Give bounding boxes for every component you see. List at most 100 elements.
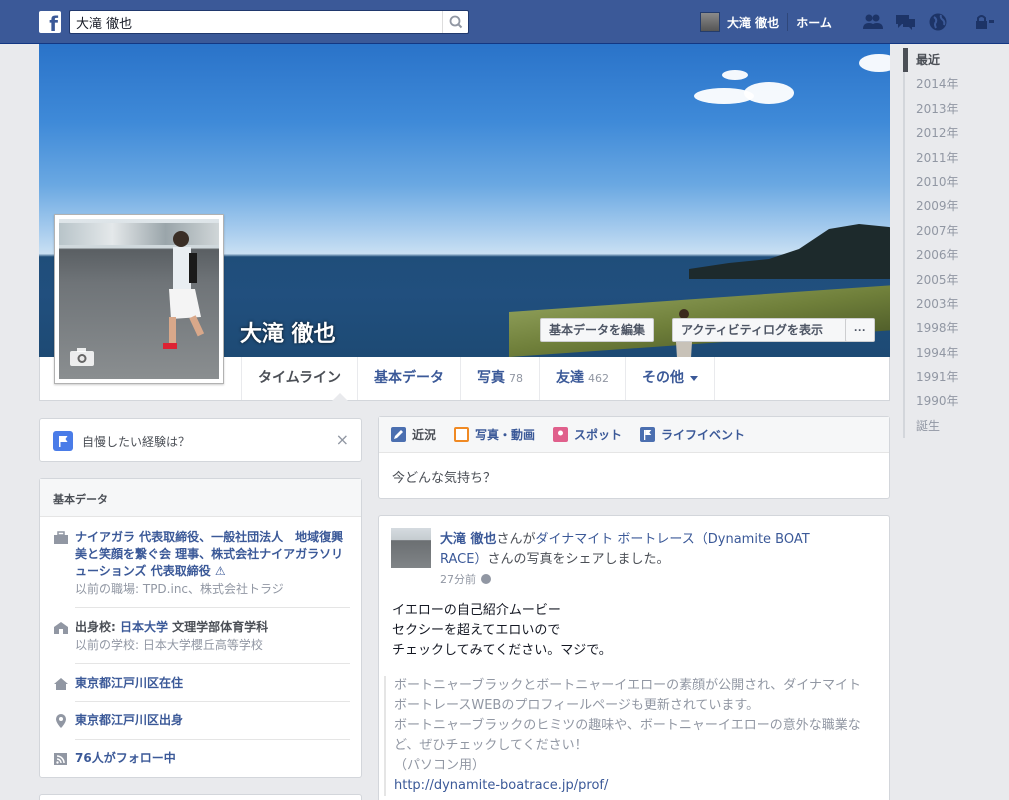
- post-author-link[interactable]: 大滝 徹也: [440, 532, 497, 547]
- year-item-recent[interactable]: 最近: [903, 48, 1003, 73]
- prompt-text: 自慢したい経験は？: [82, 435, 191, 449]
- active-tab-indicator: [332, 393, 348, 401]
- year-item[interactable]: 2009年: [903, 194, 1003, 219]
- quote-text: ボートニャーブラックのヒミツの趣味や、ボートニャーイエローの意外な職業など、ぜひ…: [394, 718, 861, 753]
- lives-in-item: 東京都江戸川区在住: [53, 675, 350, 692]
- year-item[interactable]: 2006年: [903, 243, 1003, 268]
- tab-about[interactable]: 基本データ: [357, 357, 460, 400]
- profile-name[interactable]: 大滝 徹也: [240, 316, 336, 348]
- tab-count: 462: [588, 372, 610, 385]
- post-author-avatar[interactable]: [391, 528, 431, 568]
- post-body-line: セクシーを超えてエロいので: [392, 623, 561, 638]
- education-item: 出身校: 日本大学 文理学部体育学科 以前の学校: 日本大学櫻丘高等学校: [53, 619, 350, 654]
- timestamp-text: 27分前: [440, 573, 476, 586]
- friend-requests-icon[interactable]: [862, 12, 883, 32]
- year-item[interactable]: 2003年: [903, 291, 1003, 317]
- globe-icon[interactable]: [481, 574, 491, 584]
- tab-friends[interactable]: 友達 462: [539, 357, 625, 400]
- composer-tab-photo[interactable]: 写真・動画: [454, 426, 535, 443]
- profile-photo: [59, 219, 219, 379]
- post-body-line: チェックしてみてください。マジで。: [392, 643, 612, 658]
- activity-log-button[interactable]: アクティビティログを表示: [672, 318, 858, 342]
- composer-tab-place[interactable]: スポット: [553, 426, 622, 443]
- notifications-globe-icon[interactable]: [928, 12, 949, 32]
- search-input[interactable]: [70, 11, 430, 33]
- previous-school: 以前の学校: 日本大学櫻丘高等学校: [75, 638, 263, 652]
- life-event-prompt[interactable]: 自慢したい経験は？ ×: [39, 418, 362, 462]
- tab-more[interactable]: その他: [625, 357, 716, 400]
- user-avatar[interactable]: [700, 12, 720, 32]
- composer-tab-label: スポット: [574, 428, 623, 442]
- year-item-born[interactable]: 誕生: [903, 413, 1003, 439]
- hometown-item: 東京都江戸川区出身: [53, 712, 350, 729]
- edit-about-button[interactable]: 基本データを編集: [540, 318, 655, 342]
- year-item[interactable]: 2007年: [903, 218, 1003, 244]
- year-item[interactable]: 1998年: [903, 316, 1003, 341]
- briefcase-icon: [54, 531, 68, 544]
- year-item[interactable]: 1994年: [903, 340, 1003, 366]
- school-department: 文理学部体育学科: [168, 620, 269, 634]
- about-header[interactable]: 基本データ: [40, 479, 361, 517]
- more-options-button[interactable]: ···: [845, 318, 875, 342]
- divider: [75, 739, 350, 740]
- shared-url-link[interactable]: http://dynamite-boatrace.jp/prof/: [394, 778, 608, 793]
- tab-list: タイムライン 基本データ 写真 78 友達 462 その他: [241, 357, 716, 400]
- tab-label: その他: [642, 370, 685, 386]
- education-text: 出身校: 日本大学 文理学部体育学科: [75, 619, 350, 636]
- top-bar: f 大滝 徹也 ホーム: [0, 0, 1009, 44]
- composer-tab-life-event[interactable]: ライフイベント: [640, 426, 745, 443]
- work-item: ナイアガラ 代表取締役、一般社団法人 地域復興 美と笑顔を繋ぐ会 理事、株式会社…: [53, 529, 355, 598]
- messages-icon[interactable]: [895, 12, 916, 32]
- flag-icon: [640, 427, 656, 442]
- pencil-icon: [391, 427, 406, 442]
- rss-icon: [54, 753, 67, 765]
- place-pin-icon: [553, 427, 569, 442]
- warning-icon: ⚠: [214, 564, 226, 578]
- year-item[interactable]: 2010年: [903, 169, 1003, 195]
- status-input[interactable]: 今どんな気持ち？: [379, 453, 889, 500]
- search-box[interactable]: [69, 10, 469, 34]
- year-item[interactable]: 2011年: [903, 145, 1003, 170]
- chevron-down-icon: [690, 375, 699, 381]
- previous-work: 以前の職場: TPD.inc、株式会社トラジ: [75, 582, 284, 596]
- tab-photos[interactable]: 写真 78: [460, 357, 539, 400]
- composer-tab-label: 近況: [412, 428, 437, 442]
- search-icon[interactable]: [442, 11, 468, 33]
- work-text[interactable]: ナイアガラ 代表取締役、一般社団法人 地域復興 美と笑顔を繋ぐ会 理事、株式会社…: [75, 529, 355, 580]
- followers-link[interactable]: 76人がフォロー中: [75, 750, 350, 767]
- post-body: イエローの自己紹介ムービー セクシーを超えてエロいので チェックしてみてください…: [392, 601, 612, 661]
- cloud: [722, 70, 748, 80]
- post-header: 大滝 徹也さんがダイナマイト ボートレース（Dynamite BOAT RACE…: [440, 530, 840, 570]
- home-link[interactable]: ホーム: [796, 14, 832, 31]
- post-timestamp[interactable]: 27分前: [440, 571, 491, 587]
- tab-label: タイムライン: [258, 370, 342, 386]
- lives-in-link[interactable]: 東京都江戸川区在住: [75, 675, 350, 692]
- runner-figure: [163, 231, 205, 349]
- hometown-link[interactable]: 東京都江戸川区出身: [75, 712, 350, 729]
- year-item[interactable]: 1990年: [903, 389, 1003, 414]
- composer-tab-status[interactable]: 近況: [391, 426, 436, 443]
- timeline-post: 大滝 徹也さんがダイナマイト ボートレース（Dynamite BOAT RACE…: [378, 515, 890, 800]
- tab-label: 写真: [477, 370, 506, 386]
- photo-icon: [454, 427, 470, 442]
- year-item[interactable]: 2012年: [903, 121, 1003, 146]
- post-body-line: イエローの自己紹介ムービー: [392, 603, 561, 618]
- user-name-link[interactable]: 大滝 徹也: [727, 14, 779, 31]
- close-icon[interactable]: ×: [336, 430, 349, 449]
- privacy-shortcuts-icon[interactable]: [973, 12, 994, 32]
- divider: [787, 13, 789, 31]
- facebook-logo[interactable]: f: [39, 11, 61, 33]
- divider: [75, 663, 350, 664]
- year-item[interactable]: 2005年: [903, 267, 1003, 292]
- profile-picture[interactable]: [54, 214, 224, 384]
- year-item[interactable]: 2014年: [903, 72, 1003, 97]
- camera-icon[interactable]: [69, 347, 95, 367]
- school-link[interactable]: 日本大学: [120, 620, 168, 634]
- tab-count: 78: [509, 372, 524, 385]
- location-pin-icon: [56, 714, 66, 728]
- year-item[interactable]: 1991年: [903, 365, 1003, 390]
- post-header-text: さんが: [496, 532, 536, 547]
- year-item[interactable]: 2013年: [903, 96, 1003, 122]
- composer-tab-label: ライフイベント: [661, 428, 746, 442]
- school-icon: [54, 622, 68, 634]
